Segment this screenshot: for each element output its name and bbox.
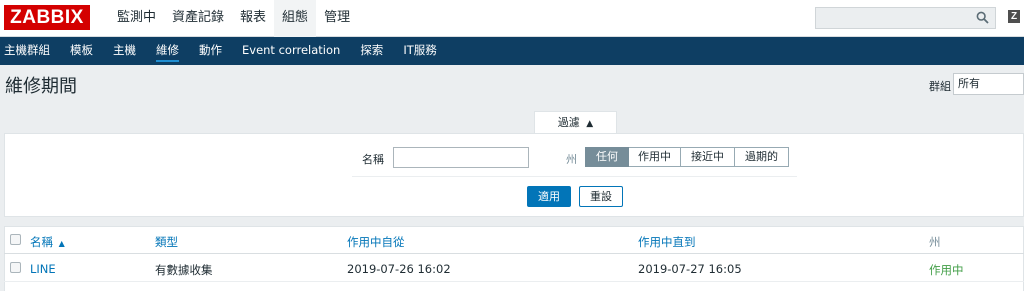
menu-monitoring[interactable]: 監測中 (109, 0, 164, 37)
filter-tab[interactable]: 過濾 ▲ (534, 111, 617, 134)
filter-state-label: 州 (566, 153, 577, 166)
submenu-it-services[interactable]: IT服務 (401, 37, 446, 65)
submenu-maintenance[interactable]: 維修 (154, 37, 189, 65)
main-menu: 監測中 資產記錄 報表 組態 管理 (109, 0, 358, 37)
page-title: 維修期間 (5, 76, 77, 97)
filter-panel (4, 133, 1024, 217)
group-label: 群組 (929, 80, 951, 93)
submenu-templates[interactable]: 模板 (68, 37, 103, 65)
state-option-approaching[interactable]: 接近中 (681, 147, 735, 167)
submenu-hosts[interactable]: 主機 (111, 37, 146, 65)
row-active-till: 2019-07-27 16:05 (638, 262, 742, 276)
group-select[interactable]: 所有 (953, 73, 1024, 95)
column-header-active-since[interactable]: 作用中自從 (347, 234, 405, 250)
row-state-badge: 作用中 (929, 263, 964, 277)
submenu-discovery[interactable]: 探索 (358, 37, 393, 65)
filter-name-input[interactable] (393, 147, 529, 168)
column-header-active-till[interactable]: 作用中直到 (638, 234, 696, 250)
state-option-expired[interactable]: 過期的 (735, 147, 789, 167)
submenu-event-correlation[interactable]: Event correlation (240, 37, 350, 65)
search-input[interactable] (816, 8, 971, 28)
filter-name-label: 名稱 (362, 153, 384, 166)
filter-tab-label: 過濾 (557, 116, 580, 129)
column-header-name[interactable]: 名稱 ▲ (30, 234, 65, 250)
sub-menu: 主機群組 模板 主機 維修 動作 Event correlation 探索 IT… (0, 37, 1024, 65)
top-bar: ZABBIX 監測中 資產記錄 報表 組態 管理 Z (0, 0, 1024, 37)
search-icon[interactable] (976, 11, 989, 24)
state-segmented-control: 任何 作用中 接近中 過期的 (585, 147, 789, 167)
column-header-state: 州 (929, 235, 941, 249)
caret-up-icon: ▲ (586, 119, 594, 129)
state-option-any[interactable]: 任何 (585, 147, 629, 167)
row-divider (4, 281, 1024, 282)
row-type: 有數據收集 (155, 263, 213, 277)
menu-inventory[interactable]: 資產記錄 (164, 0, 232, 37)
header-divider (4, 253, 1024, 254)
sort-asc-icon: ▲ (58, 239, 65, 248)
menu-reports[interactable]: 報表 (232, 0, 274, 37)
menu-configuration[interactable]: 組態 (274, 0, 317, 37)
zabbix-logo[interactable]: ZABBIX (4, 5, 90, 30)
submenu-actions[interactable]: 動作 (197, 37, 232, 65)
zabbix-share-icon[interactable]: Z (1008, 10, 1020, 23)
menu-administration[interactable]: 管理 (316, 0, 358, 37)
filter-divider (352, 176, 797, 177)
select-all-checkbox[interactable] (10, 234, 21, 245)
state-option-active[interactable]: 作用中 (629, 147, 681, 167)
row-name-link[interactable]: LINE (30, 262, 56, 276)
submenu-host-groups[interactable]: 主機群組 (2, 37, 60, 65)
row-checkbox[interactable] (10, 262, 21, 273)
column-header-type[interactable]: 類型 (155, 234, 178, 250)
apply-button[interactable]: 適用 (527, 186, 571, 207)
search-box (815, 7, 996, 29)
row-active-since: 2019-07-26 16:02 (347, 262, 451, 276)
column-header-name-label: 名稱 (30, 235, 53, 249)
reset-button[interactable]: 重設 (579, 186, 623, 207)
